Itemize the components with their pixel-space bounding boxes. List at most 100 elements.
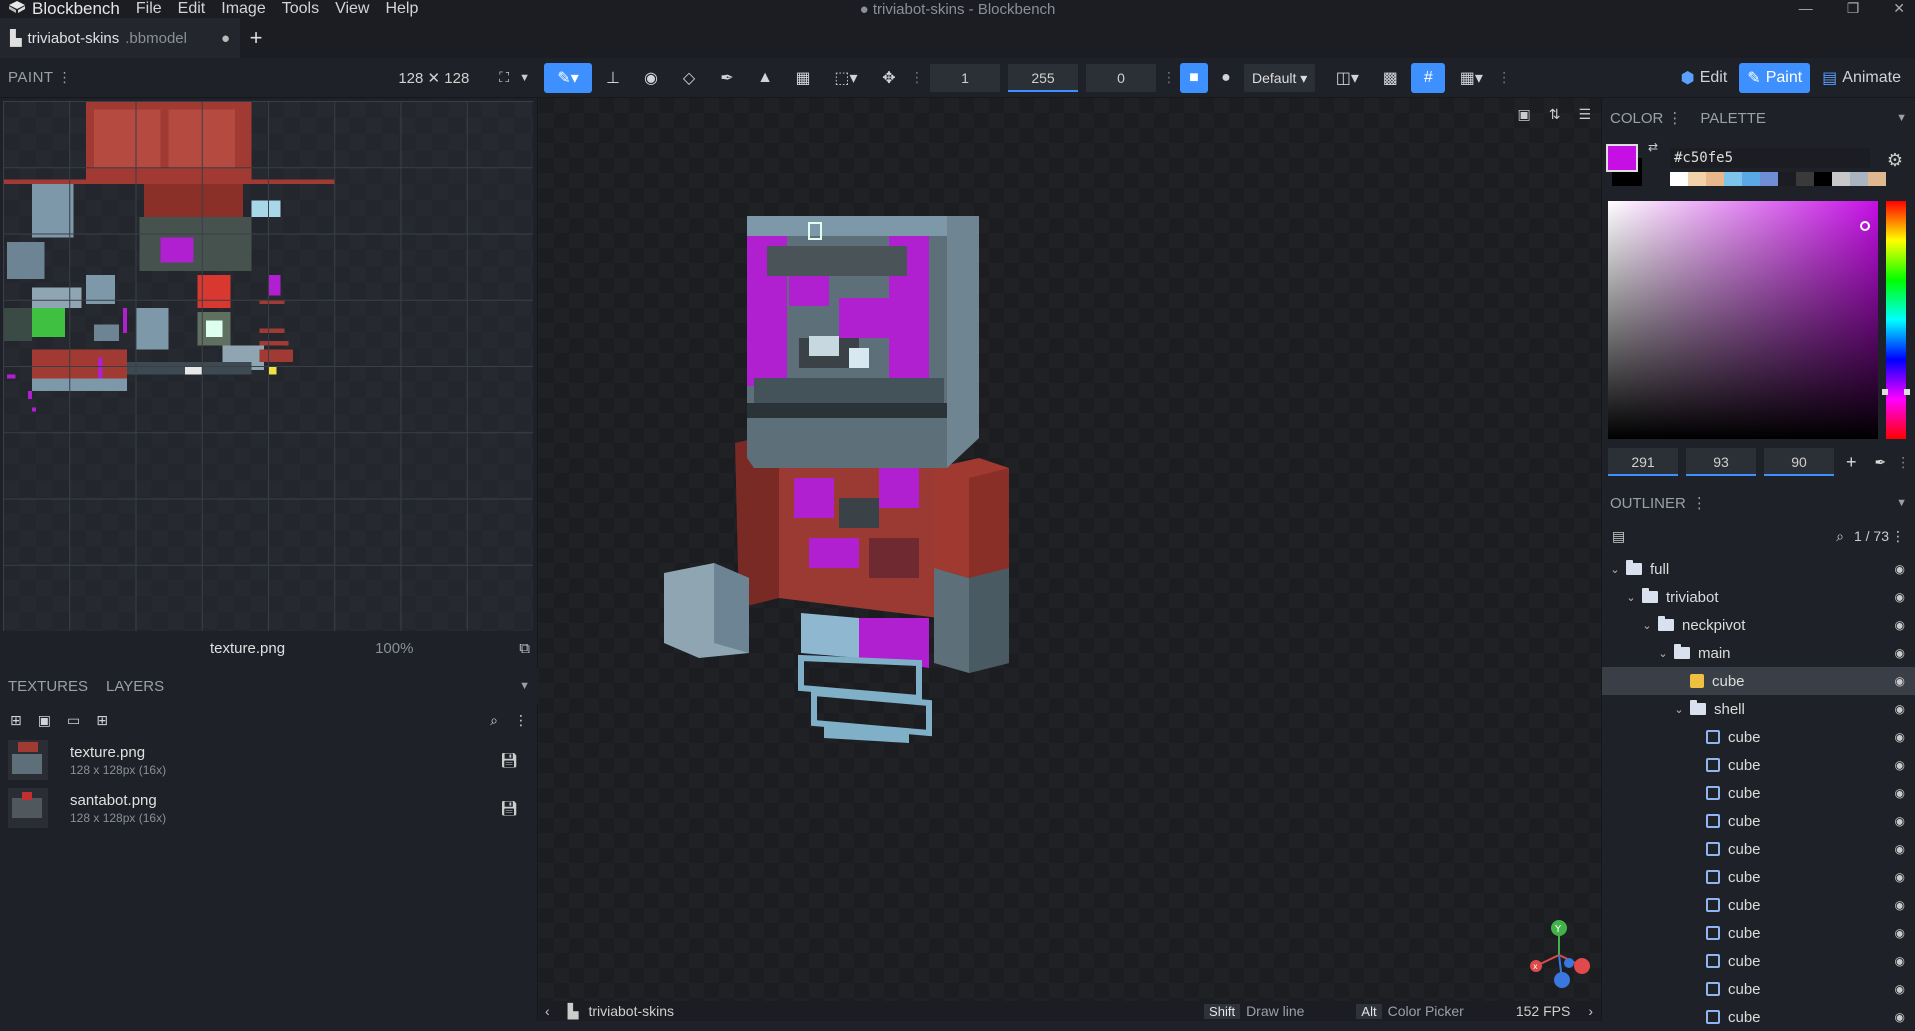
eye-icon[interactable]: ◉ (1895, 590, 1905, 604)
new-tab-button[interactable]: + (240, 25, 272, 51)
recent-color-swatch[interactable] (1796, 172, 1814, 186)
eye-icon[interactable]: ◉ (1895, 674, 1905, 688)
save-icon[interactable]: 💾︎ (500, 800, 518, 817)
recent-color-swatch[interactable] (1832, 172, 1850, 186)
blend-mode-select[interactable]: Default ▾ (1244, 63, 1316, 92)
eye-icon[interactable]: ◉ (1895, 618, 1905, 632)
panel-menu-icon[interactable]: ⋮ (1667, 109, 1682, 127)
outliner-group[interactable]: ⌄ main ◉ (1602, 639, 1915, 667)
outliner-cube[interactable]: cube ◉ (1602, 835, 1915, 863)
fullscreen-icon[interactable]: ⛶ (499, 69, 509, 86)
eye-icon[interactable]: ◉ (1895, 758, 1905, 772)
chevron-down-icon[interactable]: ⌄ (1608, 563, 1622, 576)
atlas-icon[interactable]: ⊞ (96, 712, 108, 729)
import-texture-icon[interactable]: ⊞ (10, 712, 22, 729)
edit-mode-button[interactable]: ⬢ Edit (1673, 63, 1736, 93)
outliner-cube[interactable]: cube ◉ (1602, 1003, 1915, 1031)
hue-input[interactable]: 291 (1608, 448, 1678, 476)
recent-color-swatch[interactable] (1850, 172, 1868, 186)
fill-tool-button[interactable]: ◉ (634, 63, 668, 93)
eye-icon[interactable]: ◉ (1895, 562, 1905, 576)
add-group-icon[interactable]: ▤ (1612, 528, 1625, 545)
hue-slider-handle[interactable] (1882, 389, 1910, 395)
square-brush-button[interactable]: ■ (1180, 62, 1208, 93)
eye-icon[interactable]: ◉ (1895, 814, 1905, 828)
menu-help[interactable]: Help (385, 0, 418, 18)
outliner-cube[interactable]: cube ◉ (1602, 807, 1915, 835)
outliner-cube[interactable]: cube ◉ (1602, 779, 1915, 807)
hex-color-input[interactable]: #c50fe5 (1670, 148, 1870, 168)
chevron-down-icon[interactable]: ⌄ (1624, 591, 1638, 604)
primary-color-swatch[interactable] (1606, 144, 1638, 172)
outliner-cube[interactable]: cube ◉ (1602, 919, 1915, 947)
round-brush-button[interactable]: ● (1212, 63, 1240, 93)
uv-editor-canvas[interactable] (3, 101, 533, 631)
eye-icon[interactable]: ◉ (1895, 646, 1905, 660)
recent-color-swatch[interactable] (1760, 172, 1778, 186)
project-tab[interactable]: ▙ triviabot-skins .bbmodel ● (0, 18, 240, 58)
animate-mode-button[interactable]: ▤ Animate (1814, 63, 1909, 93)
swap-colors-icon[interactable]: ⇄ (1648, 140, 1658, 154)
paint-mode-button[interactable]: ✎ Paint (1739, 62, 1811, 93)
gradient-tool-button[interactable]: ▦ (786, 63, 820, 93)
eye-icon[interactable]: ◉ (1895, 870, 1905, 884)
brush-size-input[interactable]: 1 (930, 63, 1000, 92)
menu-tools[interactable]: Tools (282, 0, 319, 18)
recent-color-swatch[interactable] (1778, 172, 1796, 186)
panel-menu-icon[interactable]: ⋮ (514, 712, 528, 729)
move-tool-button[interactable]: ✥ (872, 63, 906, 93)
chevron-down-icon[interactable]: ⌄ (1640, 619, 1654, 632)
brush-opacity-input[interactable]: 255 (1008, 63, 1078, 92)
mirror-paint-button[interactable]: ◫▾ (1325, 63, 1369, 93)
add-color-icon[interactable]: + (1846, 452, 1857, 473)
outliner-cube[interactable]: cube ◉ (1602, 751, 1915, 779)
eye-icon[interactable]: ◉ (1895, 730, 1905, 744)
eye-icon[interactable]: ◉ (1895, 1010, 1905, 1024)
chevron-down-icon[interactable]: ⌄ (1656, 647, 1670, 660)
recent-color-swatch[interactable] (1868, 172, 1886, 186)
chevron-down-icon[interactable]: ▼ (519, 680, 530, 692)
chevron-down-icon[interactable]: ⌄ (1672, 703, 1686, 716)
chevron-left-icon[interactable]: ‹ (545, 1003, 550, 1019)
stamp-tool-button[interactable]: ⊥ (596, 63, 630, 93)
pixel-grid-button[interactable]: # (1411, 62, 1446, 93)
tab-color[interactable]: COLOR (1610, 110, 1663, 127)
toolbar-menu-icon[interactable]: ⋮ (1497, 69, 1511, 86)
saturation-value-area[interactable] (1608, 201, 1878, 439)
outliner-group[interactable]: ⌄ shell ◉ (1602, 695, 1915, 723)
texture-list-item[interactable]: texture.png 128 x 128px (16x) 💾︎ (0, 736, 538, 784)
shape-tool-button[interactable]: ▲ (748, 63, 782, 93)
recent-color-swatch[interactable] (1814, 172, 1832, 186)
unsaved-indicator[interactable]: ● (221, 30, 230, 47)
recent-color-swatch[interactable] (1688, 172, 1706, 186)
chevron-down-icon[interactable]: ▼ (519, 72, 530, 84)
eye-icon[interactable]: ◉ (1895, 842, 1905, 856)
outliner-group[interactable]: ⌄ neckpivot ◉ (1602, 611, 1915, 639)
outliner-group[interactable]: ⌄ full ◉ (1602, 555, 1915, 583)
outliner-group[interactable]: ⌄ triviabot ◉ (1602, 583, 1915, 611)
recent-color-swatch[interactable] (1742, 172, 1760, 186)
3d-viewport[interactable]: ▣ ⇅ ☰ Y x (539, 98, 1601, 1001)
brush-softness-input[interactable]: 0 (1086, 63, 1156, 92)
saturation-input[interactable]: 93 (1686, 448, 1756, 476)
brush-tool-button[interactable]: ✎▾ (544, 62, 592, 93)
folder-icon[interactable]: ▭ (67, 712, 80, 729)
color-picker-handle[interactable] (1860, 221, 1870, 231)
gear-icon[interactable]: ⚙ (1887, 150, 1903, 171)
create-texture-icon[interactable]: ▣ (38, 712, 51, 729)
eye-icon[interactable]: ◉ (1895, 954, 1905, 968)
copy-icon[interactable]: ⧉ (519, 640, 530, 657)
chevron-right-icon[interactable]: › (1588, 1003, 1593, 1019)
menu-image[interactable]: Image (221, 0, 265, 18)
value-input[interactable]: 90 (1764, 448, 1834, 476)
menu-view[interactable]: View (335, 0, 369, 18)
save-icon[interactable]: 💾︎ (500, 752, 518, 769)
eye-icon[interactable]: ◉ (1895, 786, 1905, 800)
recent-color-swatch[interactable] (1706, 172, 1724, 186)
panel-menu-icon[interactable]: ⋮ (58, 69, 72, 86)
minimize-icon[interactable]: — (1799, 0, 1813, 17)
menu-edit[interactable]: Edit (178, 0, 206, 18)
checkerboard-button[interactable]: ▩ (1373, 63, 1407, 93)
panel-menu-icon[interactable]: ⋮ (1896, 454, 1910, 471)
eyedropper-icon[interactable]: ✒ (1875, 454, 1887, 471)
